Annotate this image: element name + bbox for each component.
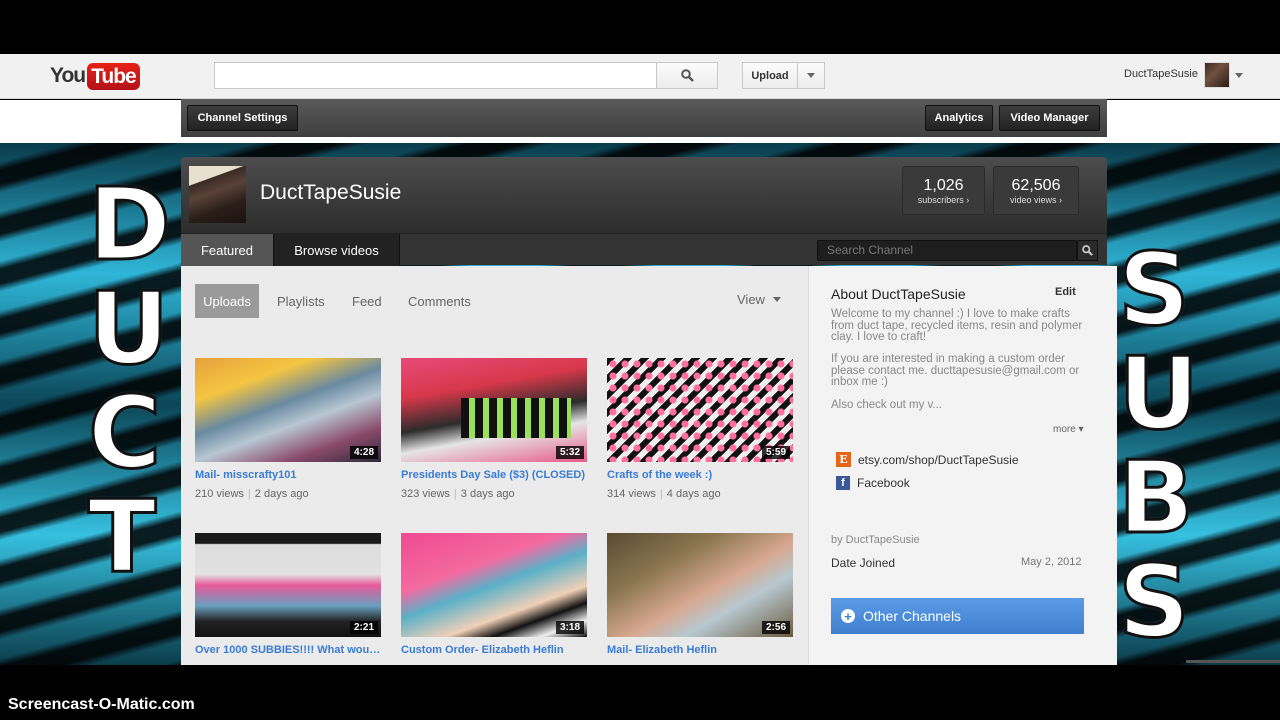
other-channels-button[interactable]: + Other Channels <box>831 598 1084 634</box>
video-duration: 3:18 <box>555 621 584 634</box>
other-channels-label: Other Channels <box>863 608 962 624</box>
subscribers-label: subscribers › <box>917 195 970 205</box>
video-thumbnail[interactable]: 5:32 <box>401 358 587 462</box>
account-username[interactable]: DuctTapeSusie <box>1110 68 1198 80</box>
views-label: video views › <box>1009 195 1063 205</box>
video-title[interactable]: Crafts of the week :) <box>607 469 793 481</box>
video-thumbnail[interactable]: 5:59 <box>607 358 793 462</box>
search-channel-input[interactable]: Search Channel <box>817 240 1077 261</box>
views-count: 62,506 <box>1011 177 1061 194</box>
subtab-uploads[interactable]: Uploads <box>195 284 259 318</box>
uploads-panel: Uploads Playlists Feed Comments View 4:2… <box>181 266 808 665</box>
video-duration: 2:21 <box>349 621 378 634</box>
video-duration: 5:32 <box>555 446 584 459</box>
video-age: 4 days ago <box>666 488 721 500</box>
channel-settings-button[interactable]: Channel Settings <box>187 105 298 131</box>
view-label: View <box>737 292 765 307</box>
search-button[interactable] <box>656 62 718 89</box>
subscribers-stat[interactable]: 1,026 subscribers › <box>902 166 985 215</box>
masthead: You Tube Upload DuctTapeSusie <box>0 54 1280 99</box>
video-age: 3 days ago <box>460 488 515 500</box>
channel-avatar[interactable] <box>189 166 246 223</box>
etsy-icon: E <box>836 452 851 467</box>
video-manager-button[interactable]: Video Manager <box>999 105 1100 131</box>
video-views: 323 views <box>401 488 450 500</box>
edit-about-link[interactable]: Edit <box>1055 286 1076 298</box>
etsy-link-label: etsy.com/shop/DuctTapeSusie <box>858 452 1019 467</box>
scroll-indicator <box>1186 660 1280 663</box>
recorder-watermark: Screencast-O-Matic.com <box>8 696 195 713</box>
subscribers-count: 1,026 <box>923 177 964 194</box>
search-channel-button[interactable] <box>1077 240 1098 261</box>
analytics-button[interactable]: Analytics <box>925 105 993 131</box>
video-thumbnail[interactable]: 2:56 <box>607 533 793 637</box>
video-card[interactable]: 5:32 Presidents Day Sale ($3) (CLOSED) 3… <box>401 358 587 500</box>
video-card[interactable]: 2:56 Mail- Elizabeth Heflin <box>607 533 793 656</box>
screen: DUCT SUBS You Tube Upload DuctTapeSusie … <box>0 0 1280 720</box>
chevron-down-icon <box>772 297 781 302</box>
subtab-feed[interactable]: Feed <box>352 284 382 318</box>
about-title: About DuctTapeSusie <box>831 286 966 302</box>
video-card[interactable]: 3:18 Custom Order- Elizabeth Heflin <box>401 533 587 656</box>
plus-circle-icon: + <box>841 609 855 623</box>
channel-header: DuctTapeSusie 1,026 subscribers › 62,506… <box>181 157 1107 233</box>
video-card[interactable]: 5:59 Crafts of the week :) 314 views | 4 d… <box>607 358 793 500</box>
video-thumbnail[interactable]: 4:28 <box>195 358 381 462</box>
about-description: Welcome to my channel :) I love to make … <box>831 308 1083 343</box>
subtab-comments[interactable]: Comments <box>408 284 471 318</box>
chevron-down-icon[interactable] <box>1235 73 1243 78</box>
channel-settings-bar: Channel Settings Analytics Video Manager <box>181 99 1107 137</box>
video-views: 314 views <box>607 488 656 500</box>
tab-browse-videos[interactable]: Browse videos <box>273 234 400 266</box>
video-age: 2 days ago <box>254 488 309 500</box>
etsy-link[interactable]: E etsy.com/shop/DuctTapeSusie <box>836 452 1019 467</box>
channel-title: DuctTapeSusie <box>260 181 402 204</box>
video-card[interactable]: 4:28 Mail- misscrafty101 210 views | 2 day… <box>195 358 381 500</box>
video-duration: 2:56 <box>761 621 790 634</box>
search-icon <box>1082 245 1093 256</box>
video-title[interactable]: Over 1000 SUBBIES!!!! What would ... <box>195 644 381 656</box>
logo-tube: Tube <box>87 62 140 90</box>
more-link[interactable]: more ▾ <box>1053 424 1084 435</box>
upload-button[interactable]: Upload <box>742 62 798 89</box>
about-contact: If you are interested in making a custom… <box>831 353 1080 388</box>
video-views: 210 views <box>195 488 244 500</box>
search-input[interactable] <box>214 62 657 89</box>
avatar[interactable] <box>1204 62 1230 88</box>
subtab-playlists[interactable]: Playlists <box>277 284 325 318</box>
channel-tabs: Featured Browse videos Search Channel <box>181 233 1107 266</box>
video-title[interactable]: Mail- misscrafty101 <box>195 469 381 481</box>
video-duration: 5:59 <box>761 446 790 459</box>
search-icon <box>680 69 694 82</box>
video-title[interactable]: Presidents Day Sale ($3) (CLOSED) <box>401 469 587 481</box>
youtube-logo[interactable]: You Tube <box>50 62 140 90</box>
logo-you: You <box>50 64 86 87</box>
tab-featured[interactable]: Featured <box>181 234 273 266</box>
facebook-icon: f <box>836 476 850 490</box>
background-text-right: SUBS <box>1117 231 1201 660</box>
chevron-down-icon <box>807 73 815 78</box>
about-sidebar: About DuctTapeSusie Edit Welcome to my c… <box>808 266 1117 665</box>
video-card[interactable]: 2:21 Over 1000 SUBBIES!!!! What would ..… <box>195 533 381 656</box>
background-text-left: DUCT <box>87 166 173 595</box>
video-duration: 4:28 <box>349 446 378 459</box>
about-more-text: Also check out my v... <box>831 399 942 411</box>
video-meta: 323 views | 3 days ago <box>401 488 515 500</box>
date-joined-value: May 2, 2012 <box>1021 556 1082 568</box>
video-meta: 210 views | 2 days ago <box>195 488 309 500</box>
views-stat[interactable]: 62,506 video views › <box>993 166 1079 215</box>
video-meta: 314 views | 4 days ago <box>607 488 721 500</box>
video-title[interactable]: Mail- Elizabeth Heflin <box>607 644 793 656</box>
view-dropdown[interactable]: View <box>737 292 781 307</box>
video-title[interactable]: Custom Order- Elizabeth Heflin <box>401 644 587 656</box>
video-thumbnail[interactable]: 2:21 <box>195 533 381 637</box>
facebook-link[interactable]: f Facebook <box>836 476 910 490</box>
date-joined-label: Date Joined <box>831 556 896 570</box>
facebook-link-label: Facebook <box>857 476 910 490</box>
video-thumbnail[interactable]: 3:18 <box>401 533 587 637</box>
by-line: by DuctTapeSusie <box>831 534 920 546</box>
upload-menu-button[interactable] <box>798 62 825 89</box>
